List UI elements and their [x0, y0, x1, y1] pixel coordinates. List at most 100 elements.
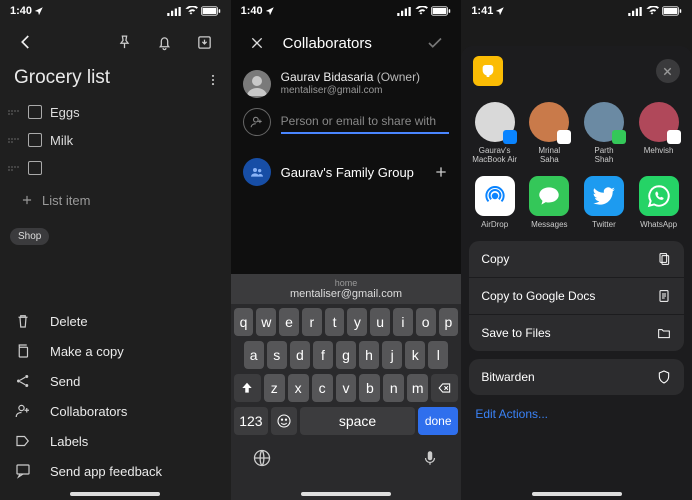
label-chip[interactable]: Shop — [10, 228, 49, 245]
emoji-key[interactable] — [271, 407, 297, 435]
key-m[interactable]: m — [407, 374, 428, 402]
share-person[interactable]: Gaurav's MacBook Air — [471, 102, 519, 164]
menu-label[interactable]: Labels — [0, 426, 231, 456]
person-name: Parth Shah — [594, 146, 613, 164]
back-button[interactable] — [8, 24, 44, 60]
share-app-airdrop[interactable]: AirDrop — [471, 176, 519, 229]
key-u[interactable]: u — [370, 308, 390, 336]
share-sheet: Gaurav's MacBook Air Mrinal Saha Parth Sha… — [461, 46, 692, 500]
key-x[interactable]: x — [288, 374, 309, 402]
status-indicators — [397, 6, 451, 16]
share-person[interactable]: Parth Shah — [580, 102, 628, 164]
menu-person-add[interactable]: Collaborators — [0, 396, 231, 426]
archive-button[interactable] — [187, 24, 223, 60]
key-z[interactable]: z — [264, 374, 285, 402]
person-add-icon — [14, 402, 32, 420]
share-person[interactable]: Mehvish — [635, 102, 683, 164]
menu-copy[interactable]: Make a copy — [0, 336, 231, 366]
edit-actions-link[interactable]: Edit Actions... — [461, 395, 692, 433]
add-list-item[interactable]: List item — [0, 186, 231, 214]
action-row[interactable]: Save to Files — [469, 315, 684, 351]
more-button[interactable] — [195, 62, 231, 98]
close-button[interactable] — [656, 59, 680, 83]
mic-key[interactable] — [418, 446, 442, 470]
menu-feedback[interactable]: Send app feedback — [0, 456, 231, 486]
key-k[interactable]: k — [405, 341, 425, 369]
copy-icon — [14, 342, 32, 360]
person-name: Mrinal Saha — [538, 146, 560, 164]
status-indicators — [167, 6, 221, 16]
feedback-icon — [14, 462, 32, 480]
space-key[interactable]: space — [300, 407, 415, 435]
menu-share[interactable]: Send — [0, 366, 231, 396]
key-v[interactable]: v — [336, 374, 357, 402]
checklist-item[interactable]: Milk — [8, 126, 223, 154]
key-e[interactable]: e — [279, 308, 299, 336]
backspace-key[interactable] — [431, 374, 458, 402]
key-i[interactable]: i — [393, 308, 413, 336]
message-icon — [529, 176, 569, 216]
key-s[interactable]: s — [267, 341, 287, 369]
key-b[interactable]: b — [359, 374, 380, 402]
item-text[interactable]: Eggs — [50, 105, 80, 120]
key-t[interactable]: t — [325, 308, 345, 336]
share-person[interactable]: Mrinal Saha — [525, 102, 573, 164]
share-app-whatsapp[interactable]: WhatsApp — [635, 176, 683, 229]
item-text[interactable]: Milk — [50, 133, 73, 148]
key-r[interactable]: r — [302, 308, 322, 336]
pin-button[interactable] — [107, 24, 143, 60]
action-row[interactable]: Copy — [469, 241, 684, 278]
numbers-key[interactable]: 123 — [234, 407, 269, 435]
action-label: Save to Files — [481, 326, 550, 340]
key-o[interactable]: o — [416, 308, 436, 336]
key-g[interactable]: g — [336, 341, 356, 369]
checkbox[interactable] — [28, 133, 42, 147]
share-app-messages[interactable]: Messages — [525, 176, 573, 229]
done-key[interactable]: done — [418, 407, 458, 435]
checklist-item[interactable]: Eggs — [8, 98, 223, 126]
status-indicators — [628, 6, 682, 16]
drag-handle-icon[interactable] — [8, 134, 20, 146]
key-f[interactable]: f — [313, 341, 333, 369]
drag-handle-icon[interactable] — [8, 106, 20, 118]
note-title[interactable]: Grocery list — [0, 63, 124, 97]
home-indicator[interactable] — [301, 492, 391, 496]
confirm-button[interactable] — [417, 25, 453, 61]
keyboard[interactable]: qwertyuiop asdfghjkl zxcvbnm 123 spacedon… — [231, 304, 462, 500]
key-w[interactable]: w — [256, 308, 276, 336]
home-indicator[interactable] — [532, 492, 622, 496]
shift-key[interactable] — [234, 374, 261, 402]
key-a[interactable]: a — [244, 341, 264, 369]
person-avatar — [529, 102, 569, 142]
share-input[interactable] — [281, 110, 450, 134]
checkbox[interactable] — [28, 161, 42, 175]
status-bar: 1:41 — [461, 0, 692, 22]
share-app-twitter[interactable]: Twitter — [580, 176, 628, 229]
share-apps-row: AirDropMessagesTwitterWhatsApp — [461, 166, 692, 233]
key-q[interactable]: q — [234, 308, 254, 336]
action-bitwarden[interactable]: Bitwarden — [469, 359, 684, 395]
checkbox[interactable] — [28, 105, 42, 119]
keyboard-suggestion[interactable]: home mentaliser@gmail.com — [231, 274, 462, 304]
key-l[interactable]: l — [428, 341, 448, 369]
menu-label: Delete — [50, 314, 88, 329]
add-icon[interactable] — [433, 164, 449, 180]
key-y[interactable]: y — [347, 308, 367, 336]
key-j[interactable]: j — [382, 341, 402, 369]
menu-trash[interactable]: Delete — [0, 306, 231, 336]
globe-key[interactable] — [250, 446, 274, 470]
home-indicator[interactable] — [70, 492, 160, 496]
key-c[interactable]: c — [312, 374, 333, 402]
close-button[interactable] — [239, 25, 275, 61]
reminder-button[interactable] — [147, 24, 183, 60]
key-p[interactable]: p — [439, 308, 459, 336]
key-h[interactable]: h — [359, 341, 379, 369]
menu-label: Send app feedback — [50, 464, 162, 479]
key-n[interactable]: n — [383, 374, 404, 402]
checklist-item[interactable] — [8, 154, 223, 182]
action-row[interactable]: Copy to Google Docs — [469, 278, 684, 315]
family-group-row[interactable]: Gaurav's Family Group — [231, 148, 462, 196]
key-d[interactable]: d — [290, 341, 310, 369]
airdrop-people-row: Gaurav's MacBook Air Mrinal Saha Parth Sha… — [461, 96, 692, 166]
drag-handle-icon[interactable] — [8, 162, 20, 174]
